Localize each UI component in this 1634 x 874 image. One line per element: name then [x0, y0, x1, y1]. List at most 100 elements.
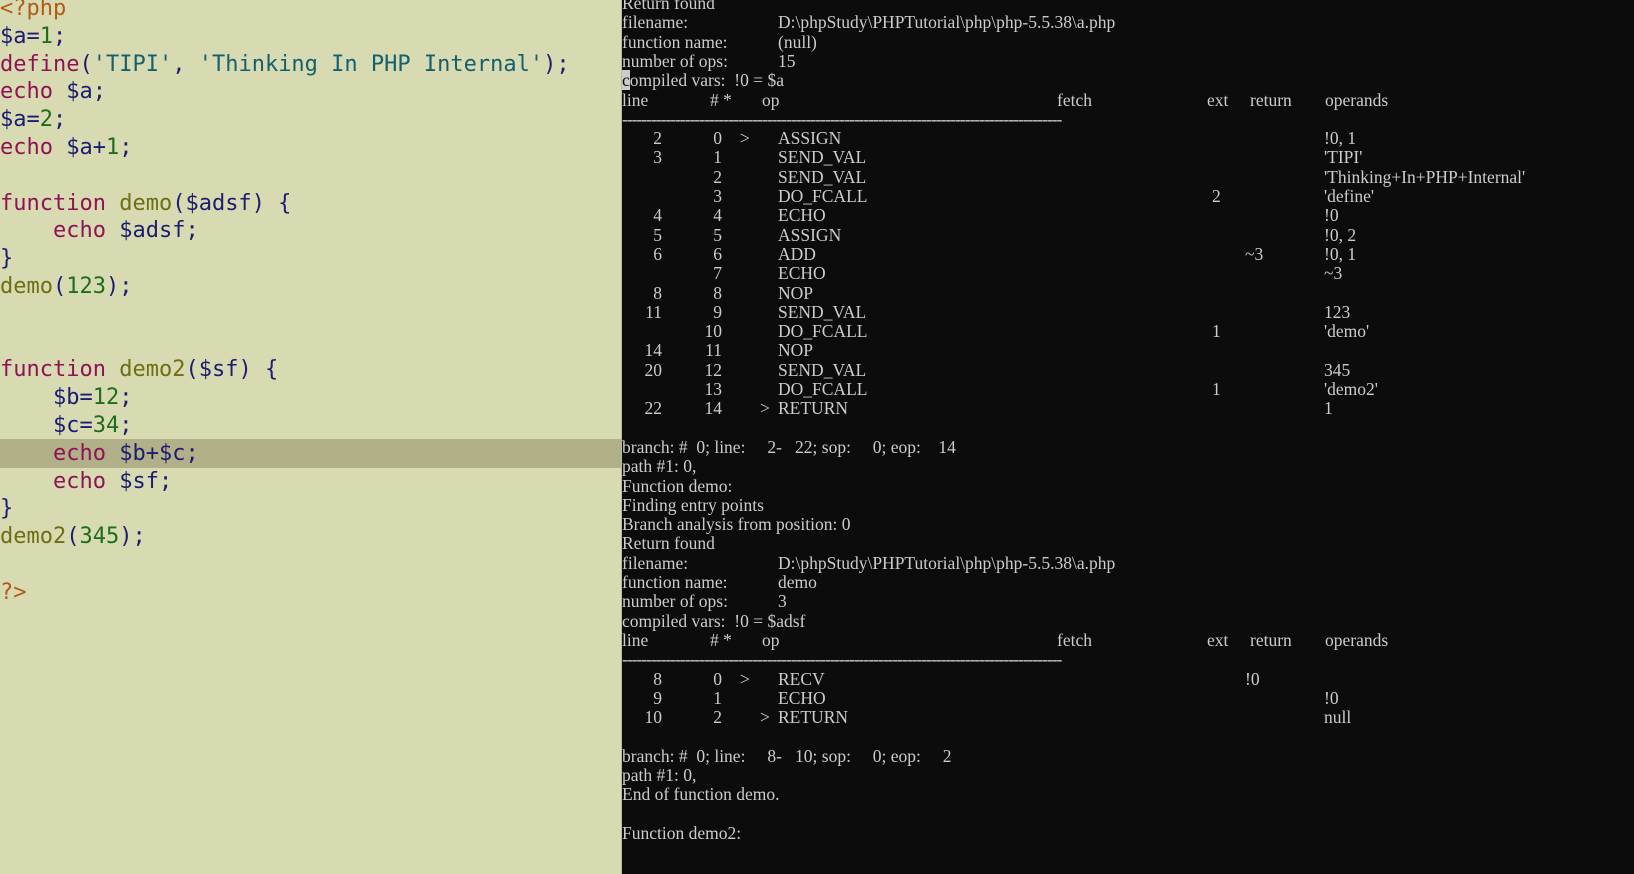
code-token: $adsf; [105, 218, 199, 244]
code-line[interactable] [0, 300, 621, 329]
opcode-operands: 'Thinking+In+PHP+Internal' [1324, 166, 1526, 187]
code-token: ); [119, 524, 146, 550]
code-token: 2 [39, 107, 53, 133]
opcode-name: ECHO [778, 263, 826, 284]
code-line[interactable]: define('TIPI', 'Thinking In PHP Internal… [0, 50, 621, 79]
code-editor-pane[interactable]: <?php $a=1; define('TIPI', 'Thinking In PH… [0, 0, 622, 874]
opcode-name: SEND_VAL [778, 147, 867, 168]
opcode-line-number: 5 [653, 224, 662, 245]
opcode-line-number: 14 [644, 340, 663, 361]
code-line[interactable]: echo $a; [0, 77, 621, 106]
terminal-output-pane[interactable]: Return found filename: D:\phpStudy\PHPTuto… [622, 0, 1634, 874]
workspace: <?php $a=1; define('TIPI', 'Thinking In PH… [0, 0, 1634, 874]
opcode-index: 14 [704, 398, 723, 419]
header-fetch: fetch [1057, 89, 1092, 110]
code-token: 'Thinking In PHP Internal' [198, 51, 544, 77]
code-token: + [92, 135, 106, 160]
opcode-line-number: 20 [644, 359, 663, 380]
console-text-line: Function demo: [622, 475, 733, 496]
opcode-operands: !0 [1324, 205, 1339, 226]
console-text-line: Function demo2: [622, 822, 742, 843]
console-value: 3 [778, 591, 787, 612]
opcode-operands: !0, 1 [1324, 243, 1357, 264]
header-return: return [1250, 629, 1292, 650]
code-token: ; [53, 107, 67, 133]
code-line[interactable]: <?php [0, 0, 621, 23]
console-key-value-line: number of ops: 3 [622, 591, 1634, 611]
console-value: demo [778, 572, 817, 592]
code-line[interactable]: $a=1; [0, 22, 621, 51]
code-line[interactable]: function demo2($sf) { [0, 355, 621, 384]
opcode-index: 7 [713, 263, 722, 284]
header-op: op [762, 629, 780, 650]
code-token: = [26, 23, 40, 49]
opcode-row: 7 ECHO ~3 [622, 263, 1634, 283]
opcode-operands: 'demo' [1324, 321, 1370, 342]
console-text-line: Return found [622, 533, 715, 554]
code-token: demo2 [0, 524, 67, 550]
code-line[interactable]: } [0, 244, 621, 273]
table-separator: ----------------------------------------… [622, 109, 1634, 129]
code-token: ( [185, 357, 199, 383]
code-line[interactable]: function demo($adsf) { [0, 189, 621, 218]
console-key-value-line: filename: D:\phpStudy\PHPTutorial\php\php… [622, 553, 1634, 573]
opcode-row: 10 2 > RETURN null [622, 707, 1634, 727]
opcode-index: 8 [713, 282, 722, 303]
code-line[interactable]: echo $a+1; [0, 133, 621, 162]
code-line[interactable]: $c=34; [0, 411, 621, 440]
opcode-index: 13 [704, 379, 723, 399]
code-line[interactable]: echo $adsf; [0, 216, 621, 245]
header-ext: ext [1207, 629, 1229, 650]
opcode-operands: 'define' [1324, 186, 1375, 206]
opcode-ext: 2 [1212, 186, 1221, 206]
code-line[interactable]: $b=12; [0, 383, 621, 412]
code-line[interactable]: demo(123); [0, 272, 621, 301]
console-key-value-line: filename: D:\phpStudy\PHPTutorial\php\php… [622, 12, 1634, 32]
console-label: filename: [622, 552, 689, 573]
code-token: echo [52, 468, 106, 494]
code-token: = [26, 107, 40, 133]
opcode-index: 11 [705, 340, 722, 361]
code-token: 34 [92, 413, 120, 438]
opcode-line-number: 8 [653, 282, 662, 303]
code-line[interactable]: demo2(345); [0, 522, 621, 551]
console-value: 15 [778, 50, 796, 71]
current-code-line[interactable]: echo $b+$c; [0, 438, 621, 468]
code-line[interactable] [0, 550, 621, 579]
code-token: define [0, 51, 80, 77]
opcode-index: 1 [713, 147, 722, 168]
opcode-name: RETURN [778, 398, 848, 419]
code-token: demo [0, 274, 53, 299]
opcode-line-number: 10 [644, 707, 663, 728]
opcode-row: 5 5 ASSIGN !0, 2 [622, 225, 1634, 245]
header-num: # * [710, 629, 732, 650]
code-line[interactable]: } [0, 494, 621, 523]
opcode-index: 3 [713, 186, 722, 206]
code-line[interactable] [0, 161, 621, 190]
console-text-line: Branch analysis from position: 0 [622, 514, 851, 535]
code-token: 1 [39, 23, 53, 49]
header-operands: operands [1325, 89, 1389, 110]
opcode-row: 2 SEND_VAL 'Thinking+In+PHP+Internal' [622, 167, 1634, 187]
opcode-table-header: line # * op fetch ext return operands [622, 90, 1634, 110]
code-token: 345 [79, 524, 120, 550]
opcode-name: RECV [778, 668, 825, 689]
code-token: } [0, 246, 14, 272]
code-line[interactable]: echo $sf; [0, 467, 621, 496]
code-token: $a; [52, 79, 106, 105]
console-text-line: Return found [622, 0, 715, 13]
opcode-name: NOP [778, 340, 814, 361]
code-token: ) { [251, 190, 292, 216]
opcode-name: RETURN [778, 707, 848, 728]
code-token: echo [0, 79, 53, 105]
opcode-index: 0 [713, 128, 722, 149]
header-return: return [1250, 89, 1292, 110]
opcode-branch-marker: > [760, 398, 770, 419]
code-token: + [145, 440, 159, 466]
code-line[interactable]: ?> [0, 578, 621, 607]
header-line: line [622, 89, 649, 110]
code-line[interactable]: $a=2; [0, 105, 621, 134]
code-line[interactable] [0, 328, 621, 357]
